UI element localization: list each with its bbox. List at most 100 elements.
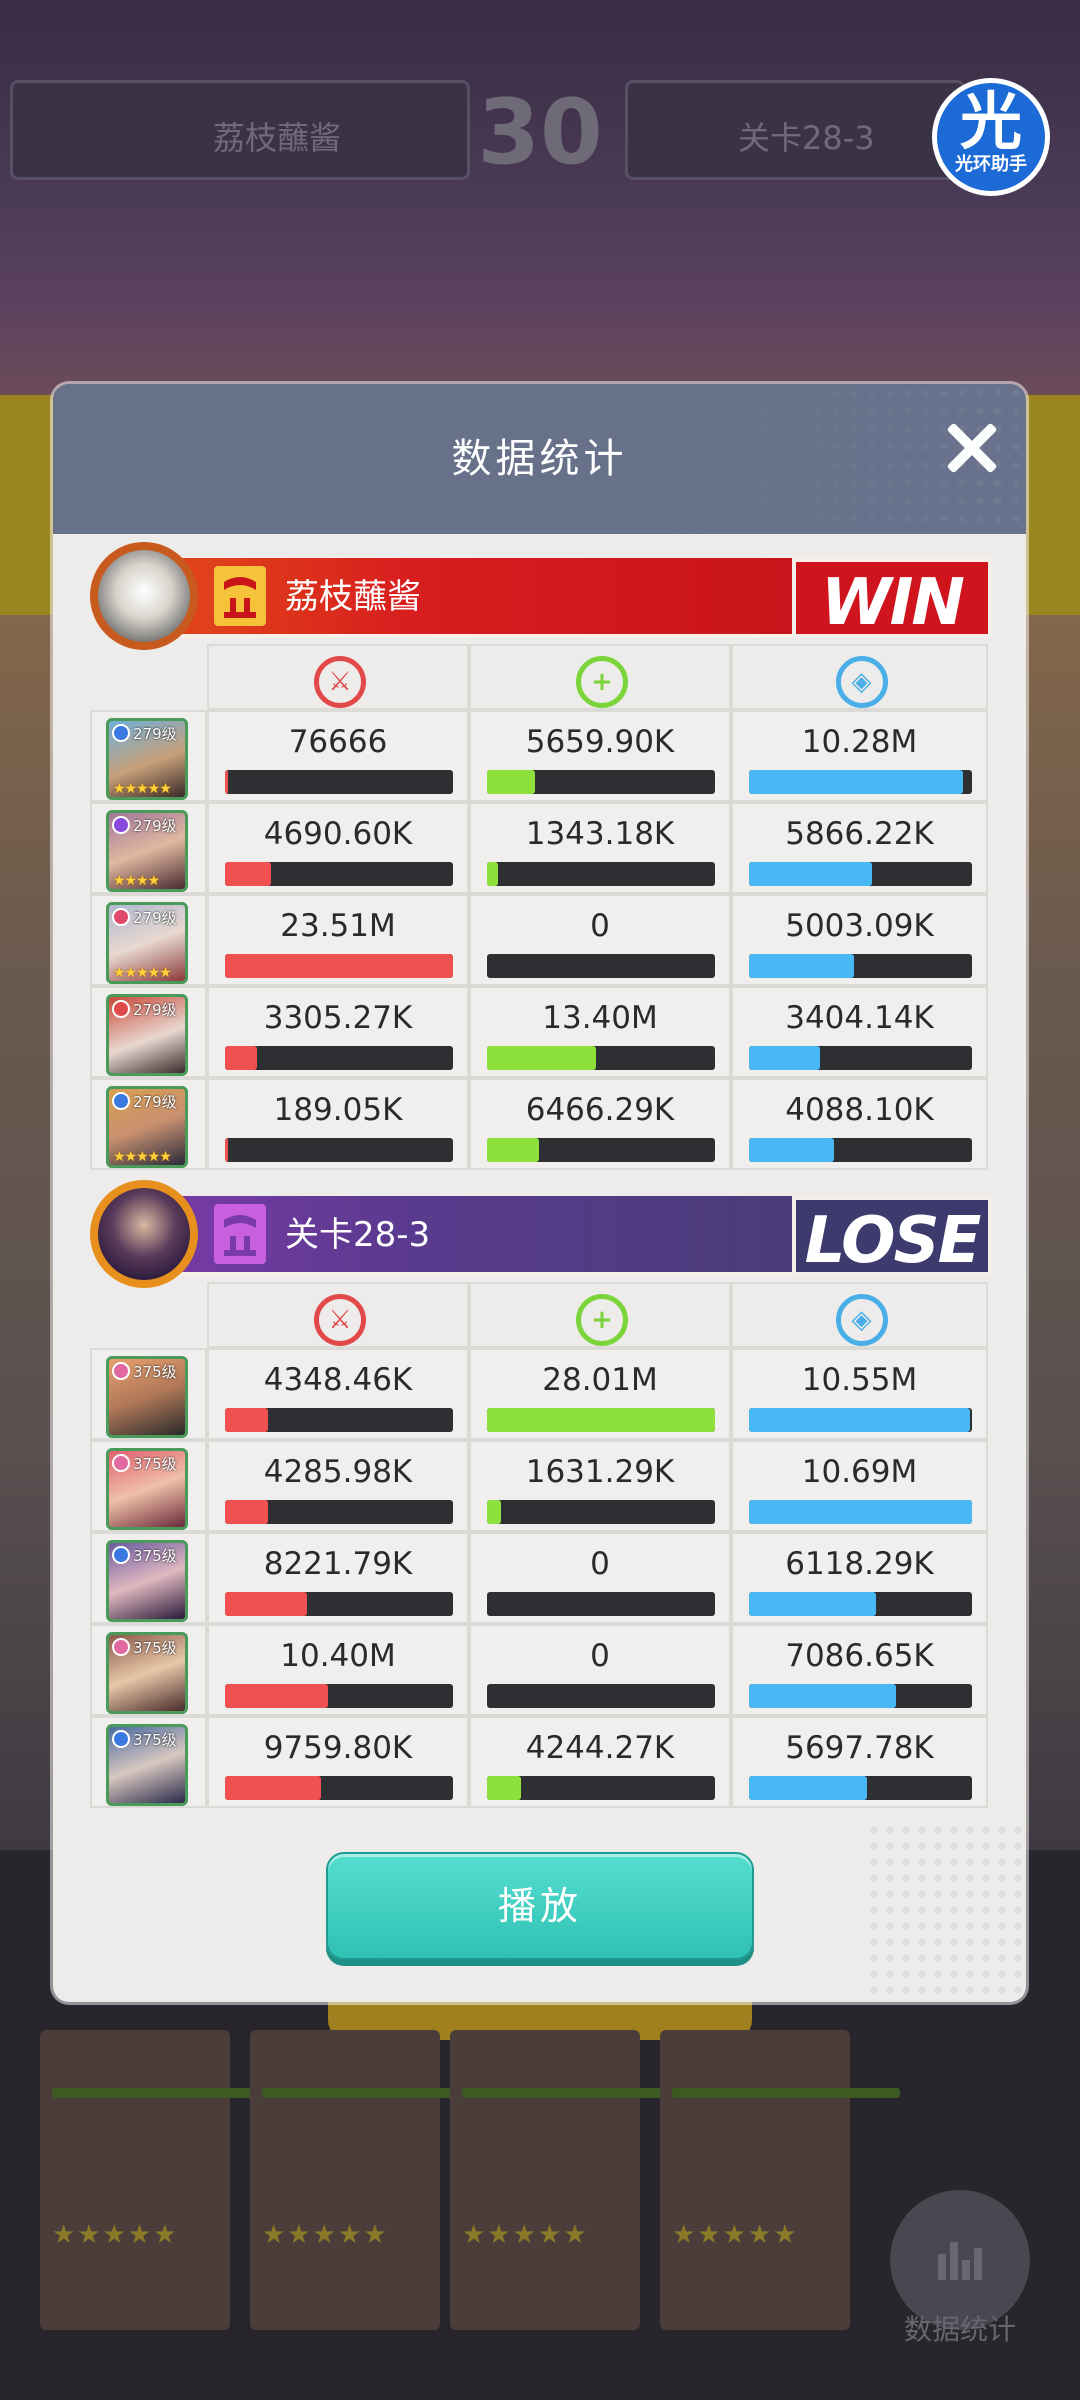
heal-bar [487, 1408, 715, 1432]
hero-stat-row: 375级 8221.79K 0 6118.29K [90, 1532, 988, 1624]
defense-bar [749, 1776, 972, 1800]
hero-portrait-cell: 279级 [90, 986, 207, 1078]
damage-value: 8221.79K [263, 1546, 413, 1582]
bar-chart-icon [938, 2242, 982, 2280]
damage-value: 4348.46K [263, 1362, 413, 1398]
defense-bar-fill [749, 1592, 877, 1616]
defense-value: 4088.10K [785, 1092, 934, 1128]
defense-stat-cell: 5003.09K [731, 894, 988, 986]
defense-bar [749, 862, 972, 886]
defense-value: 5003.09K [785, 908, 934, 944]
hero-portrait[interactable]: 279级 ★★★★★ [106, 902, 188, 984]
background-stats-button: 数据统计 [890, 2190, 1030, 2346]
defense-bar [749, 1684, 972, 1708]
damage-bar [225, 1408, 453, 1432]
heal-value: 4244.27K [525, 1730, 675, 1766]
watermark-text: 光环助手 [955, 154, 1027, 175]
heal-bar [487, 770, 715, 794]
heal-icon: + [576, 1294, 628, 1346]
defense-value: 3404.14K [785, 1000, 934, 1036]
defense-bar [749, 954, 972, 978]
hero-portrait[interactable]: 279级 ★★★★★ [106, 1086, 188, 1168]
shield-icon: ◈ [835, 1294, 888, 1346]
background-left-label: 荔枝蘸酱 [213, 119, 342, 157]
heal-stat-cell: 1631.29K [469, 1440, 731, 1532]
team-flag-icon [214, 566, 266, 626]
damage-bar-fill [225, 1408, 269, 1432]
enemy-avatar[interactable] [90, 1180, 198, 1288]
defense-bar [749, 1138, 972, 1162]
heal-stat-cell: 0 [469, 1624, 731, 1716]
column-header-row: ⚔ + ◈ [90, 644, 988, 710]
damage-bar [225, 1684, 453, 1708]
player-avatar[interactable] [90, 542, 198, 650]
heal-value: 0 [590, 1638, 610, 1674]
damage-bar-fill [225, 1592, 308, 1616]
column-header-blank [90, 1282, 207, 1348]
defense-value: 10.69M [801, 1454, 918, 1490]
hero-portrait[interactable]: 375级 [106, 1448, 188, 1530]
damage-value: 23.51M [280, 908, 396, 944]
hero-portrait[interactable]: 375级 [106, 1356, 188, 1438]
watermark-logo: 光 光环助手 [932, 78, 1050, 196]
heal-bar [487, 1684, 715, 1708]
heal-stat-cell: 5659.90K [469, 710, 731, 802]
play-button[interactable]: 播放 [326, 1852, 754, 1960]
hero-stars: ★★★★★ [113, 1149, 172, 1165]
defense-bar [749, 1500, 972, 1524]
element-gem-icon [112, 908, 130, 926]
defense-stat-cell: 10.69M [731, 1440, 988, 1532]
damage-value: 189.05K [273, 1092, 403, 1128]
heal-stat-cell: 6466.29K [469, 1078, 731, 1170]
heal-bar [487, 862, 715, 886]
damage-bar-fill [225, 1500, 269, 1524]
hero-stars: ★★★★★ [113, 781, 172, 797]
defense-stat-cell: 10.28M [731, 710, 988, 802]
decorative-dots [866, 1822, 1026, 2002]
background-hero-card: ★★★★★ [250, 2030, 490, 2330]
hero-portrait[interactable]: 279级 ★★★★★ [106, 718, 188, 800]
lose-badge: LOSE [792, 1196, 992, 1278]
column-header-cell: ◈ [731, 644, 988, 710]
hero-stat-row: 279级 ★★★★★ 23.51M 0 5003.09K [90, 894, 988, 986]
hero-stars: ★★★★★ [113, 965, 172, 981]
damage-stat-cell: 4690.60K [207, 802, 469, 894]
hero-portrait[interactable]: 375级 [106, 1724, 188, 1806]
defense-stat-cell: 10.55M [731, 1348, 988, 1440]
hero-stat-row: 375级 9759.80K 4244.27K 5697.78K [90, 1716, 988, 1808]
damage-bar-fill [225, 1776, 321, 1800]
background-hero-card: ★★★★★ [40, 2030, 280, 2330]
heal-bar [487, 1776, 715, 1800]
hero-portrait[interactable]: 375级 [106, 1540, 188, 1622]
damage-value: 9759.80K [263, 1730, 413, 1766]
hero-portrait[interactable]: 279级 ★★★★ [106, 810, 188, 892]
close-icon[interactable] [933, 409, 1013, 489]
hero-level: 279级 [133, 1001, 177, 1019]
hero-portrait-cell: 375级 [90, 1624, 207, 1716]
column-header-blank [90, 644, 207, 710]
damage-bar [225, 1500, 453, 1524]
shield-icon: ◈ [835, 656, 888, 708]
heal-bar [487, 1500, 715, 1524]
damage-icon: ⚔ [314, 1294, 366, 1346]
heal-value: 28.01M [542, 1362, 658, 1398]
damage-bar [225, 1592, 453, 1616]
heal-stat-cell: 0 [469, 894, 731, 986]
damage-bar [225, 1776, 453, 1800]
element-gem-icon [112, 1362, 130, 1380]
heal-value: 1343.18K [525, 816, 675, 852]
heal-value: 1631.29K [525, 1454, 675, 1490]
column-header-cell: ⚔ [207, 644, 469, 710]
defense-bar-fill [749, 862, 872, 886]
heal-bar-fill [487, 1776, 522, 1800]
watermark-glyph: 光 [959, 85, 1022, 158]
damage-value: 4285.98K [263, 1454, 413, 1490]
hero-portrait[interactable]: 375级 [106, 1632, 188, 1714]
damage-value: 4690.60K [263, 816, 413, 852]
hero-portrait[interactable]: 279级 [106, 994, 188, 1076]
damage-bar [225, 770, 453, 794]
element-gem-icon [112, 724, 130, 742]
team-name: 关卡28-3 [285, 1215, 431, 1255]
hero-level: 375级 [133, 1731, 177, 1749]
hero-level: 375级 [133, 1639, 177, 1657]
